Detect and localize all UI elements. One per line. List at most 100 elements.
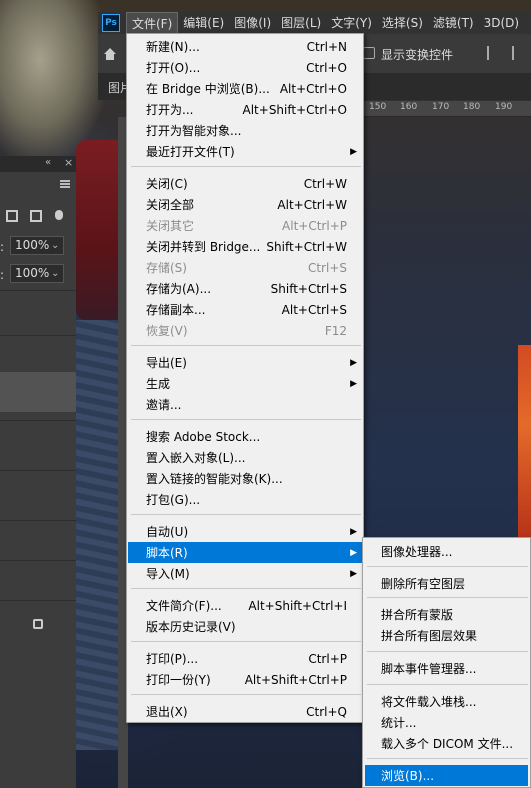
menu-item-label: 邀请...	[146, 398, 182, 412]
script-item-browse[interactable]: 浏览(B)...	[365, 765, 528, 786]
menu-item-print-one-copy[interactable]: 打印一份(Y) Alt+Shift+Ctrl+P	[128, 669, 362, 690]
script-item-statistics[interactable]: 统计...	[365, 712, 528, 733]
menu-item-label: 恢复(V)	[146, 324, 188, 338]
submenu-arrow-icon: ▶	[350, 357, 357, 368]
layer-row-selected[interactable]	[0, 372, 76, 412]
menu-item-recent-files[interactable]: 最近打开文件(T) ▶	[128, 141, 362, 162]
menu-item-shortcut: Alt+Ctrl+P	[282, 218, 347, 233]
brush-lock-icon[interactable]	[55, 210, 63, 220]
ruler-tick: 150	[369, 102, 387, 112]
menu-layer[interactable]: 图层(L)	[276, 12, 326, 34]
menu-item-exit[interactable]: 退出(X) Ctrl+Q	[128, 701, 362, 722]
script-item-label: 载入多个 DICOM 文件...	[381, 737, 514, 751]
submenu-arrow-icon: ▶	[350, 146, 357, 157]
align-left-icon[interactable]	[487, 46, 501, 60]
menu-item-label: 置入链接的智能对象(K)...	[146, 472, 283, 486]
divider	[0, 335, 76, 336]
divider	[0, 600, 76, 601]
script-item-flatten-masks[interactable]: 拼合所有蒙版	[365, 604, 528, 625]
menu-item-label: 打印(P)...	[146, 652, 199, 666]
chevron-down-icon[interactable]: ⌄	[51, 268, 59, 279]
script-item-label: 浏览(B)...	[381, 769, 435, 783]
menu-item-label: 新建(N)...	[146, 40, 200, 54]
menu-item-scripts[interactable]: 脚本(R) ▶	[128, 542, 362, 563]
script-item-label: 删除所有空图层	[381, 577, 466, 591]
menu-item-import[interactable]: 导入(M) ▶	[128, 563, 362, 584]
menu-filter[interactable]: 滤镜(T)	[428, 12, 479, 34]
menu-item-place-linked[interactable]: 置入链接的智能对象(K)...	[128, 468, 362, 489]
menu-item-close[interactable]: 关闭(C) Ctrl+W	[128, 173, 362, 194]
script-item-load-dicom-files[interactable]: 载入多个 DICOM 文件...	[365, 733, 528, 754]
menu-item-label: 最近打开文件(T)	[146, 145, 235, 159]
menu-item-shortcut: Alt+Shift+Ctrl+O	[242, 102, 347, 117]
menu-item-label: 打包(G)...	[146, 493, 201, 507]
script-item-label: 图像处理器...	[381, 545, 453, 559]
align-center-icon[interactable]	[512, 46, 526, 60]
close-panel-icon[interactable]: ×	[64, 156, 73, 169]
menu-separator	[131, 588, 361, 589]
panel-menu-icon[interactable]	[60, 180, 70, 188]
submenu-arrow-icon: ▶	[350, 547, 357, 558]
script-item-load-files-into-stack[interactable]: 将文件载入堆栈...	[365, 691, 528, 712]
menu-item-shortcut: Ctrl+P	[308, 651, 347, 666]
home-icon[interactable]	[102, 46, 118, 62]
menu-item-print[interactable]: 打印(P)... Ctrl+P	[128, 648, 362, 669]
menu-item-open-as-smart-object[interactable]: 打开为智能对象...	[128, 120, 362, 141]
menu-select[interactable]: 选择(S)	[377, 12, 428, 34]
script-item-script-events-manager[interactable]: 脚本事件管理器...	[365, 658, 528, 679]
canvas-image-detail	[518, 345, 531, 545]
menu-item-label: 搜索 Adobe Stock...	[146, 430, 261, 444]
menu-item-automate[interactable]: 自动(U) ▶	[128, 521, 362, 542]
menu-type[interactable]: 文字(Y)	[326, 12, 377, 34]
lock-layer-icon[interactable]	[30, 210, 42, 222]
menu-item-open[interactable]: 打开(O)... Ctrl+O	[128, 57, 362, 78]
menu-item-label: 在 Bridge 中浏览(B)...	[146, 82, 270, 96]
menu-file[interactable]: 文件(F)	[126, 12, 179, 34]
menu-item-label: 导入(M)	[146, 567, 190, 581]
menu-item-save-copy[interactable]: 存储副本... Alt+Ctrl+S	[128, 299, 362, 320]
menu-separator	[367, 758, 528, 759]
menu-item-shortcut: Ctrl+O	[306, 60, 347, 75]
lock-icon	[33, 619, 43, 629]
menu-item-save-as[interactable]: 存储为(A)... Shift+Ctrl+S	[128, 278, 362, 299]
chevron-down-icon[interactable]: ⌄	[51, 240, 59, 251]
show-transform-checkbox[interactable]	[363, 47, 375, 59]
menu-item-shortcut: Ctrl+N	[306, 39, 347, 54]
menu-item-close-and-go-to-bridge[interactable]: 关闭并转到 Bridge... Shift+Ctrl+W	[128, 236, 362, 257]
menu-item-export[interactable]: 导出(E) ▶	[128, 352, 362, 373]
show-transform-label: 显示变换控件	[381, 48, 454, 62]
menu-separator	[367, 684, 528, 685]
menu-edit[interactable]: 编辑(E)	[178, 12, 229, 34]
menu-item-label: 打印一份(Y)	[146, 673, 211, 687]
menu-item-invite[interactable]: 邀请...	[128, 394, 362, 415]
script-item-label: 拼合所有图层效果	[381, 629, 478, 643]
script-item-delete-empty-layers[interactable]: 删除所有空图层	[365, 573, 528, 594]
script-item-label: 拼合所有蒙版	[381, 608, 454, 622]
script-item-image-processor[interactable]: 图像处理器...	[365, 541, 528, 562]
menu-item-package[interactable]: 打包(G)...	[128, 489, 362, 510]
menu-item-generate[interactable]: 生成 ▶	[128, 373, 362, 394]
divider	[0, 290, 76, 291]
menu-image[interactable]: 图像(I)	[229, 12, 276, 34]
divider	[0, 470, 76, 471]
script-item-flatten-layer-effects[interactable]: 拼合所有图层效果	[365, 625, 528, 646]
menu-item-label: 打开为智能对象...	[146, 124, 242, 138]
menu-item-label: 自动(U)	[146, 525, 189, 539]
lock-artboard-icon[interactable]	[6, 210, 18, 222]
menu-item-search-adobe-stock[interactable]: 搜索 Adobe Stock...	[128, 426, 362, 447]
menu-item-new[interactable]: 新建(N)... Ctrl+N	[128, 36, 362, 57]
script-item-label: 统计...	[381, 716, 417, 730]
menu-item-close-all[interactable]: 关闭全部 Alt+Ctrl+W	[128, 194, 362, 215]
menu-item-browse-in-bridge[interactable]: 在 Bridge 中浏览(B)... Alt+Ctrl+O	[128, 78, 362, 99]
opacity-label: :	[0, 240, 5, 254]
menu-item-version-history[interactable]: 版本历史记录(V)	[128, 616, 362, 637]
menu-3d[interactable]: 3D(D)	[479, 12, 524, 34]
menu-item-file-info[interactable]: 文件简介(F)... Alt+Shift+Ctrl+I	[128, 595, 362, 616]
menu-item-shortcut: Ctrl+Q	[306, 704, 347, 719]
menu-item-place-embedded[interactable]: 置入嵌入对象(L)...	[128, 447, 362, 468]
menu-item-close-others: 关闭其它 Alt+Ctrl+P	[128, 215, 362, 236]
divider	[0, 520, 76, 521]
collapse-panel-icon[interactable]: «	[45, 157, 51, 168]
menu-item-label: 打开(O)...	[146, 61, 201, 75]
menu-item-open-as[interactable]: 打开为... Alt+Shift+Ctrl+O	[128, 99, 362, 120]
